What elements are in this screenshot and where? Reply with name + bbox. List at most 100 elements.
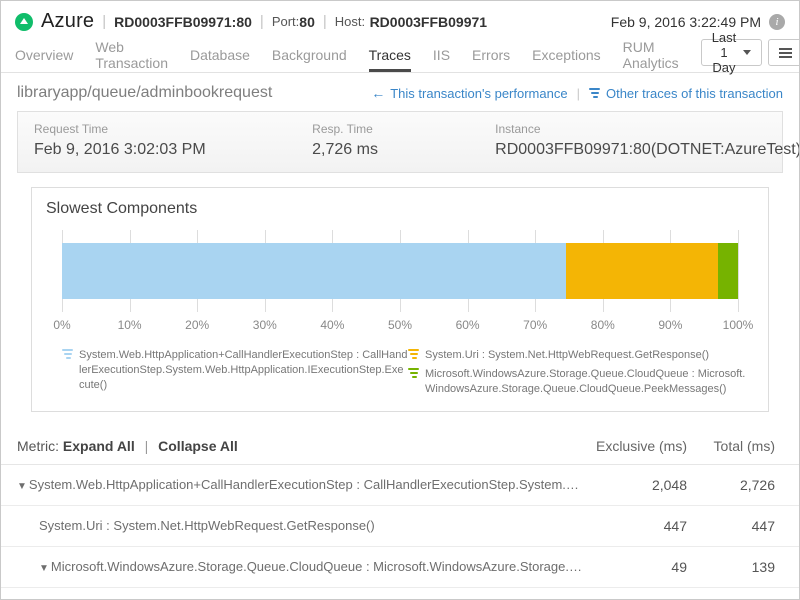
tab-exceptions[interactable]: Exceptions bbox=[532, 37, 600, 72]
transaction-link-performance[interactable]: ← This transaction's performance bbox=[371, 85, 567, 101]
bar-segment-2 bbox=[718, 243, 738, 299]
x-tick-label: 70% bbox=[523, 318, 547, 332]
trace-bars-icon bbox=[589, 88, 601, 99]
port-value: 80 bbox=[299, 14, 315, 30]
exclusive-ms-value: 2,048 bbox=[582, 477, 687, 493]
left-arrow-icon: ← bbox=[371, 85, 385, 101]
transaction-bar: libraryapp/queue/adminbookrequest ← This … bbox=[1, 73, 799, 111]
nav-bar: Overview Web Transaction Database Backgroun… bbox=[1, 37, 799, 73]
transaction-links: ← This transaction's performance | Other tr… bbox=[371, 85, 783, 101]
exclusive-ms-value: 447 bbox=[582, 518, 687, 534]
tab-web-transaction[interactable]: Web Transaction bbox=[95, 37, 168, 72]
app-name: Azure bbox=[41, 10, 94, 33]
separator: | bbox=[102, 13, 106, 30]
table-row: System.Uri : System.Net.HttpWebRequest.G… bbox=[1, 588, 799, 600]
table-row: ▼System.Web.HttpApplication+CallHandlerE… bbox=[1, 465, 799, 506]
trace-summary-panel: Request TimeFeb 9, 2016 3:02:03 PMResp. … bbox=[17, 111, 783, 173]
metric-table-body: ▼System.Web.HttpApplication+CallHandlerE… bbox=[1, 465, 799, 600]
trace-bars-icon bbox=[408, 349, 420, 360]
summary-field-request-time: Request TimeFeb 9, 2016 3:02:03 PM bbox=[34, 122, 312, 159]
metric-table: Metric: Expand All | Collapse All Exclus… bbox=[1, 428, 799, 600]
header: Azure | RD0003FFB09971:80 | Port:80 | Ho… bbox=[1, 1, 799, 37]
metric-name-text: Microsoft.WindowsAzure.Storage.Queue.Clo… bbox=[51, 559, 582, 574]
legend-label: System.Uri : System.Net.HttpWebRequest.G… bbox=[425, 348, 709, 363]
separator: | bbox=[145, 438, 149, 454]
info-icon[interactable]: i bbox=[769, 14, 785, 30]
summary-field-value: 2,726 ms bbox=[312, 141, 495, 159]
metric-table-header: Metric: Expand All | Collapse All Exclus… bbox=[1, 428, 799, 465]
legend-label: Microsoft.WindowsAzure.Storage.Queue.Clo… bbox=[425, 367, 754, 397]
collapse-all-link[interactable]: Collapse All bbox=[158, 438, 238, 454]
host-label: Host: bbox=[335, 14, 365, 29]
x-tick-label: 50% bbox=[388, 318, 412, 332]
collapse-triangle-icon[interactable]: ▼ bbox=[17, 481, 27, 492]
table-row: ▼Microsoft.WindowsAzure.Storage.Queue.Cl… bbox=[1, 547, 799, 588]
total-ms-value: 2,726 bbox=[687, 477, 775, 493]
summary-field-value: Feb 9, 2016 3:02:03 PM bbox=[34, 141, 312, 159]
app-status-icon bbox=[15, 13, 33, 31]
time-picker-label: Last 1 Day bbox=[712, 30, 737, 75]
legend-label: System.Web.HttpApplication+CallHandlerEx… bbox=[79, 348, 408, 393]
table-row: System.Uri : System.Net.HttpWebRequest.G… bbox=[1, 506, 799, 547]
transaction-link-label: This transaction's performance bbox=[390, 86, 567, 101]
metric-name-text: System.Web.HttpApplication+CallHandlerEx… bbox=[29, 477, 582, 492]
tab-background[interactable]: Background bbox=[272, 37, 347, 72]
x-tick-label: 100% bbox=[723, 318, 754, 332]
x-tick-label: 30% bbox=[253, 318, 277, 332]
metric-label: Metric: bbox=[17, 438, 59, 454]
separator: | bbox=[577, 86, 580, 101]
app-window: Azure | RD0003FFB09971:80 | Port:80 | Ho… bbox=[0, 0, 800, 600]
exclusive-ms-value: 49 bbox=[582, 559, 687, 575]
total-ms-value: 139 bbox=[687, 559, 775, 575]
stacked-bar bbox=[62, 243, 738, 299]
menu-button[interactable] bbox=[768, 39, 800, 66]
chevron-down-icon bbox=[743, 50, 751, 55]
tab-iis[interactable]: IIS bbox=[433, 37, 450, 72]
x-tick-label: 0% bbox=[53, 318, 70, 332]
legend-column-left: System.Web.HttpApplication+CallHandlerEx… bbox=[62, 348, 408, 397]
legend-item-1: System.Uri : System.Net.HttpWebRequest.G… bbox=[408, 348, 754, 363]
transaction-name: libraryapp/queue/adminbookrequest bbox=[17, 84, 272, 102]
instance-title: RD0003FFB09971:80 bbox=[114, 14, 252, 30]
metric-name: System.Uri : System.Net.HttpWebRequest.G… bbox=[17, 518, 582, 533]
tab-database[interactable]: Database bbox=[190, 37, 250, 72]
collapse-triangle-icon[interactable]: ▼ bbox=[39, 563, 49, 574]
hamburger-icon bbox=[779, 48, 792, 58]
summary-field-resp-time: Resp. Time2,726 ms bbox=[312, 122, 495, 159]
tab-traces[interactable]: Traces bbox=[369, 37, 411, 72]
x-tick-label: 10% bbox=[118, 318, 142, 332]
stacked-bar-plot bbox=[62, 230, 738, 312]
x-tick-label: 80% bbox=[591, 318, 615, 332]
legend-column-right: System.Uri : System.Net.HttpWebRequest.G… bbox=[408, 348, 754, 397]
tab-rum-analytics[interactable]: RUM Analytics bbox=[623, 37, 679, 72]
gridline bbox=[738, 230, 739, 312]
total-ms-value: 447 bbox=[687, 518, 775, 534]
metric-name[interactable]: ▼System.Web.HttpApplication+CallHandlerE… bbox=[17, 477, 582, 492]
bar-segment-1 bbox=[566, 243, 719, 299]
column-header-exclusive: Exclusive (ms) bbox=[582, 438, 687, 454]
trace-bars-icon bbox=[62, 349, 74, 360]
x-tick-label: 90% bbox=[658, 318, 682, 332]
x-tick-label: 20% bbox=[185, 318, 209, 332]
summary-field-instance: InstanceRD0003FFB09971:80(DOTNET:AzureTe… bbox=[495, 122, 766, 159]
slowest-components-panel: Slowest Components 0%10%20%30%40%50%60%7… bbox=[31, 187, 769, 412]
tab-overview[interactable]: Overview bbox=[15, 37, 73, 72]
transaction-link-other-traces[interactable]: Other traces of this transaction bbox=[589, 86, 783, 101]
summary-field-value: RD0003FFB09971:80(DOTNET:AzureTest) bbox=[495, 141, 766, 159]
chart-title: Slowest Components bbox=[32, 200, 768, 226]
metric-name[interactable]: ▼Microsoft.WindowsAzure.Storage.Queue.Cl… bbox=[17, 559, 582, 574]
expand-all-link[interactable]: Expand All bbox=[63, 438, 135, 454]
time-picker-button[interactable]: Last 1 Day bbox=[701, 39, 763, 66]
tab-errors[interactable]: Errors bbox=[472, 37, 510, 72]
legend-item-2: Microsoft.WindowsAzure.Storage.Queue.Clo… bbox=[408, 367, 754, 397]
chart-legend: System.Web.HttpApplication+CallHandlerEx… bbox=[32, 334, 768, 401]
x-tick-label: 60% bbox=[456, 318, 480, 332]
x-axis: 0%10%20%30%40%50%60%70%80%90%100% bbox=[62, 314, 738, 334]
port-label: Port: bbox=[272, 14, 299, 29]
separator: | bbox=[323, 13, 327, 30]
metric-name-text: System.Uri : System.Net.HttpWebRequest.G… bbox=[39, 518, 375, 533]
separator: | bbox=[260, 13, 264, 30]
column-header-total: Total (ms) bbox=[687, 438, 775, 454]
legend-item-0: System.Web.HttpApplication+CallHandlerEx… bbox=[62, 348, 408, 393]
trace-bars-icon bbox=[408, 368, 420, 379]
